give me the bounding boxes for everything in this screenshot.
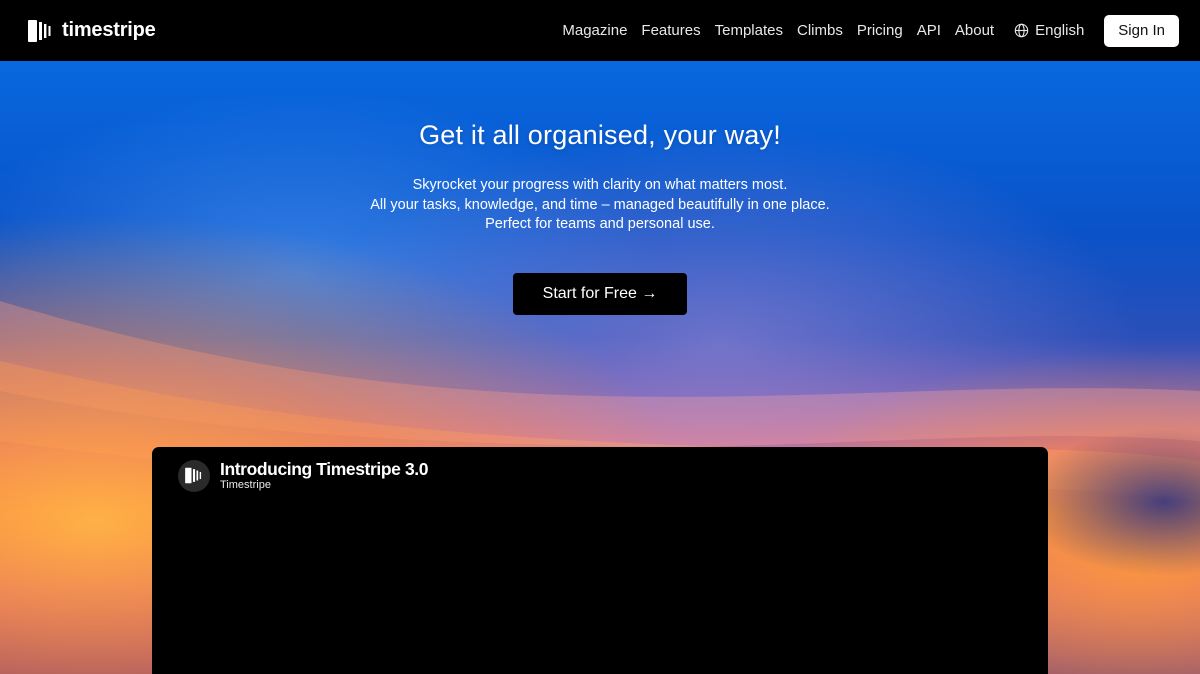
- hero-content: Get it all organised, your way! Skyrocke…: [0, 61, 1200, 315]
- logo-link[interactable]: timestripe: [28, 19, 156, 43]
- video-meta: Introducing Timestripe 3.0 Timestripe: [220, 459, 428, 492]
- page: timestripe Magazine Features Templates C…: [0, 0, 1200, 674]
- video-header: Introducing Timestripe 3.0 Timestripe: [178, 459, 428, 492]
- video-channel-name[interactable]: Timestripe: [220, 479, 428, 492]
- hero-subtitle: Skyrocket your progress with clarity on …: [370, 176, 830, 235]
- globe-icon: [1014, 23, 1029, 38]
- start-for-free-button[interactable]: Start for Free →: [513, 272, 687, 315]
- nav-about[interactable]: About: [955, 22, 994, 39]
- main-nav: Magazine Features Templates Climbs Prici…: [562, 22, 994, 39]
- channel-avatar[interactable]: [178, 459, 210, 492]
- sign-in-button[interactable]: Sign In: [1104, 14, 1179, 47]
- video-player[interactable]: Introducing Timestripe 3.0 Timestripe: [152, 447, 1048, 674]
- hero-section: Get it all organised, your way! Skyrocke…: [0, 61, 1200, 674]
- nav-climbs[interactable]: Climbs: [797, 22, 843, 39]
- timestripe-logo-icon: [28, 19, 51, 42]
- nav-templates[interactable]: Templates: [715, 22, 783, 39]
- video-title[interactable]: Introducing Timestripe 3.0: [220, 459, 428, 479]
- language-selector[interactable]: English: [1014, 22, 1084, 39]
- nav-magazine[interactable]: Magazine: [562, 22, 627, 39]
- nav-pricing[interactable]: Pricing: [857, 22, 903, 39]
- language-label: English: [1035, 22, 1085, 39]
- hero-subtitle-line: Skyrocket your progress with clarity on …: [412, 177, 788, 193]
- nav-features[interactable]: Features: [641, 22, 700, 39]
- nav-api[interactable]: API: [917, 22, 941, 39]
- top-navbar: timestripe Magazine Features Templates C…: [0, 0, 1200, 61]
- logo-text: timestripe: [62, 19, 156, 41]
- hero-title: Get it all organised, your way!: [419, 120, 781, 150]
- timestripe-logo-icon: [185, 467, 202, 484]
- hero-subtitle-line: All your tasks, knowledge, and time – ma…: [370, 196, 830, 233]
